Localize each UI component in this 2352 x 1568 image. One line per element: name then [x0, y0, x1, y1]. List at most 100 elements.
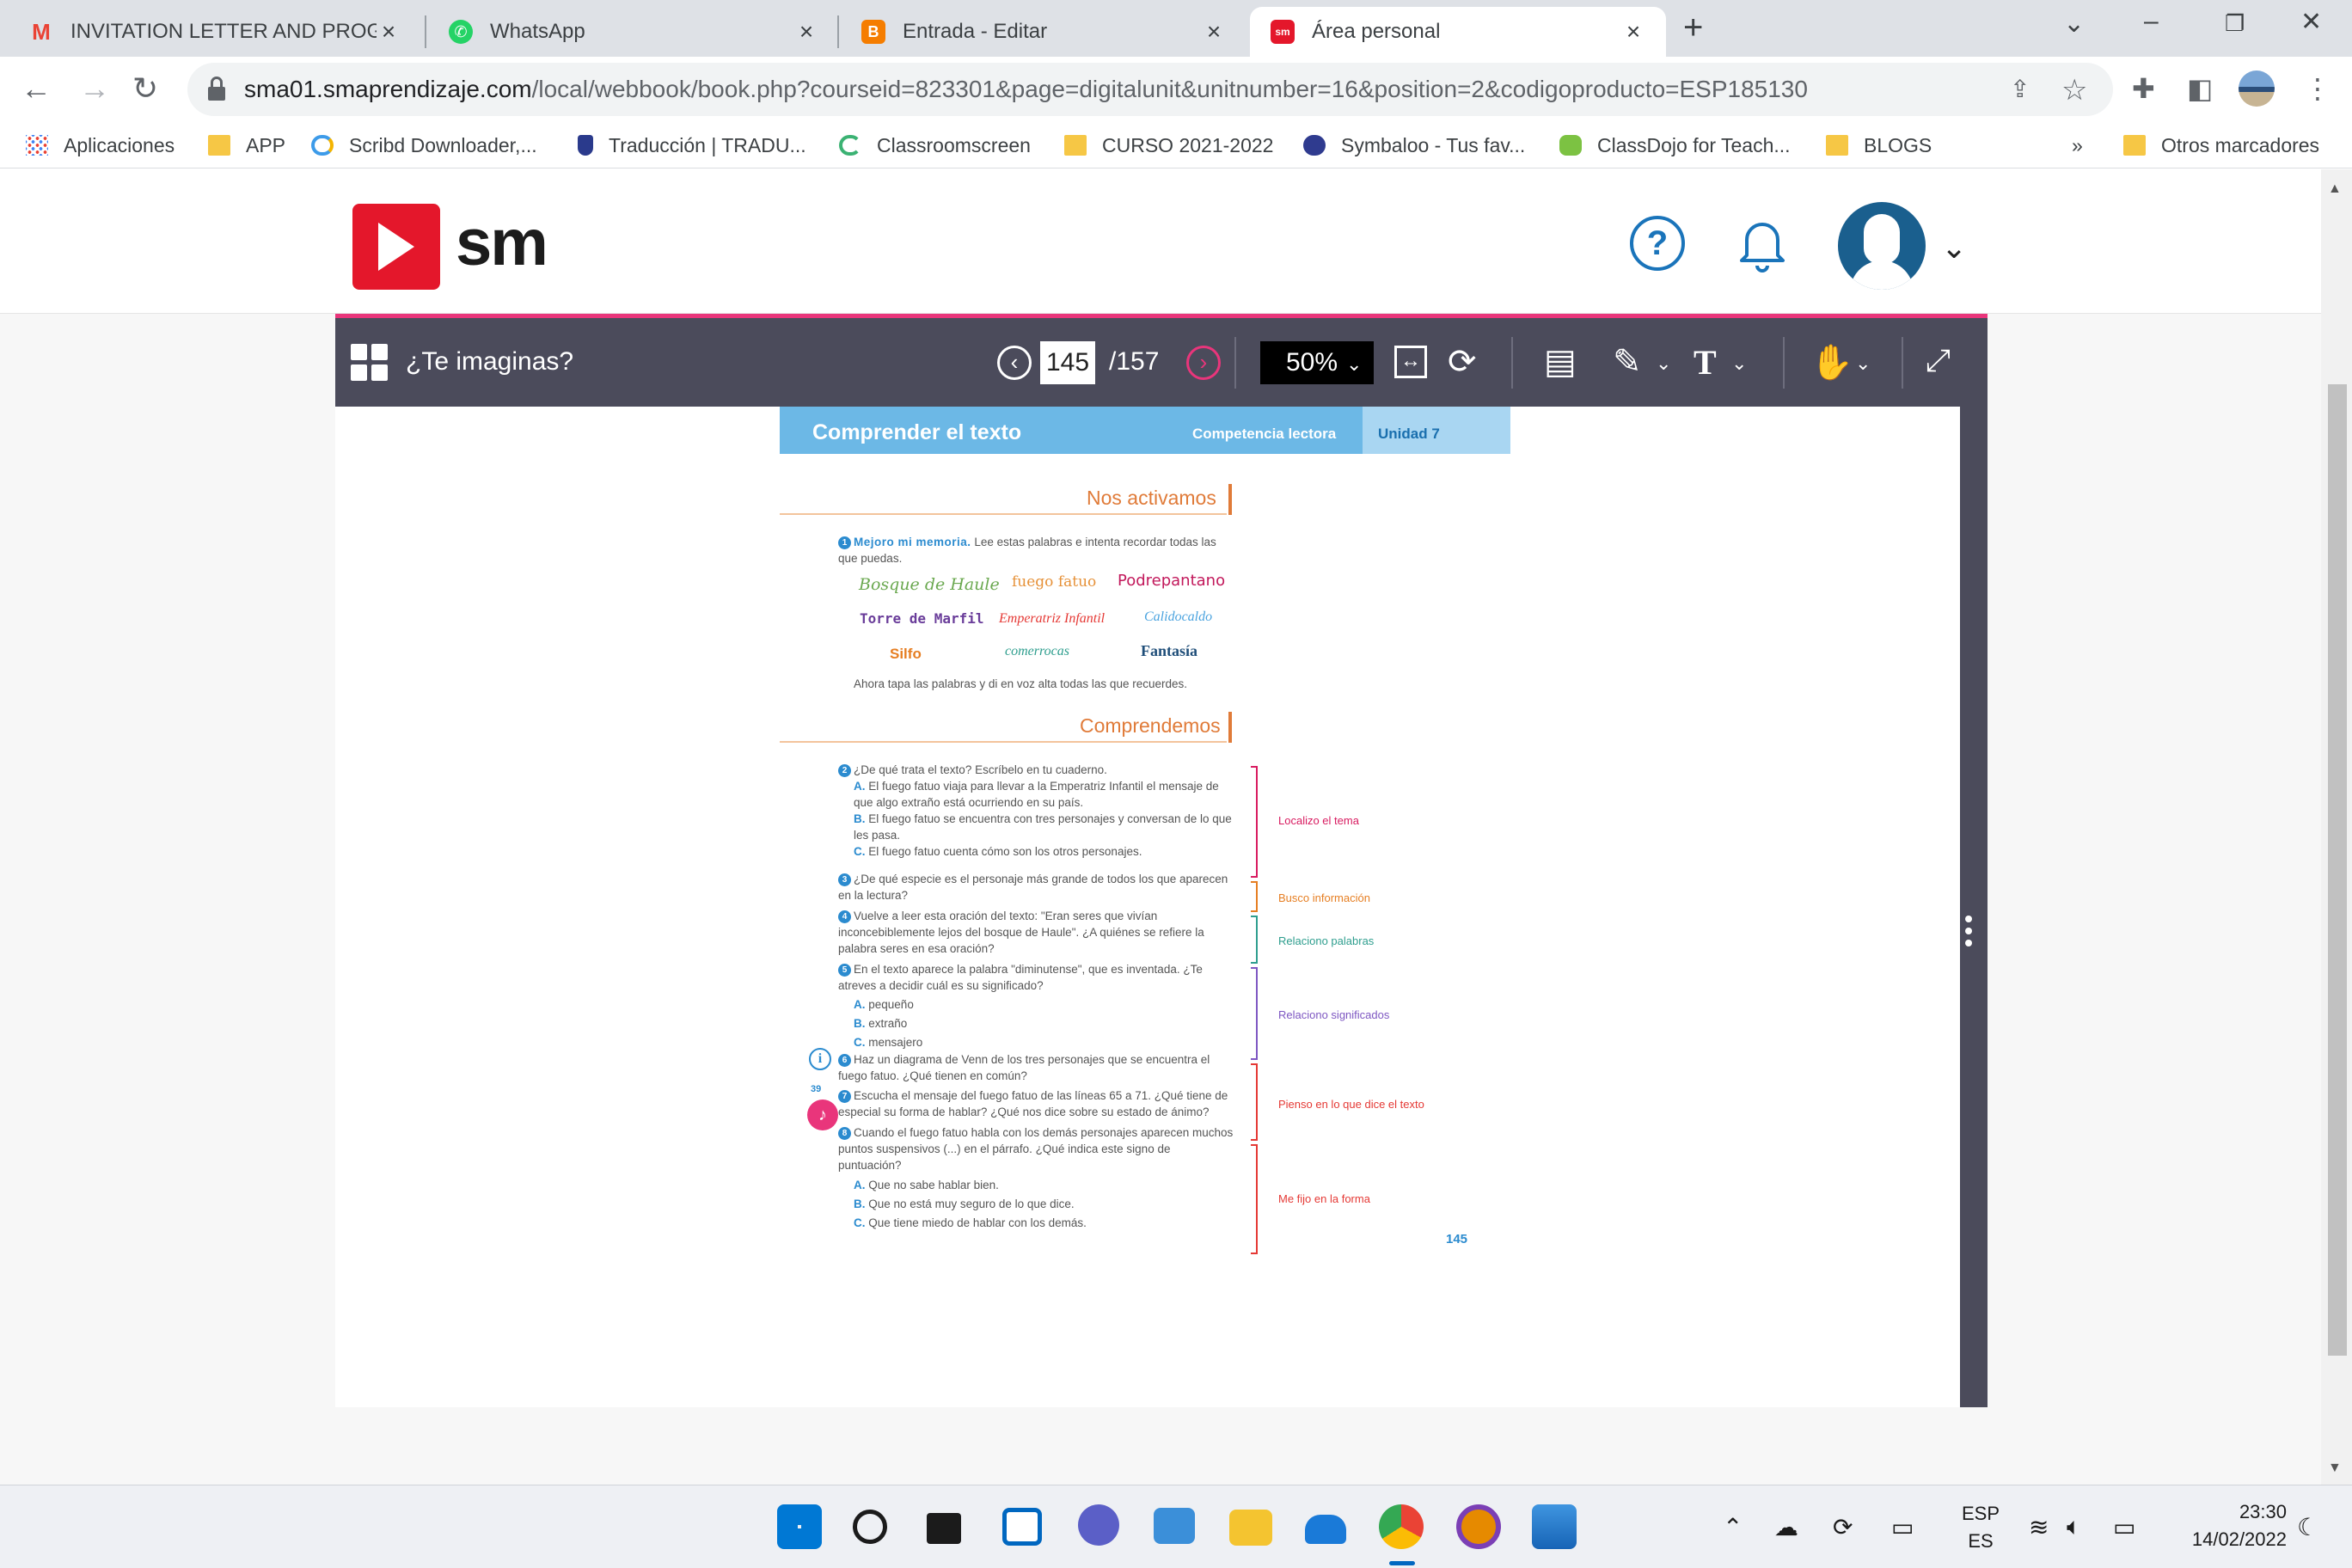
close-icon[interactable]: ×	[794, 18, 818, 46]
chrome-menu-icon[interactable]: ⋮	[2304, 72, 2331, 105]
lock-icon[interactable]	[208, 77, 225, 101]
unit-label: Unidad 7	[1378, 426, 1440, 442]
question-text: En el texto aparece la palabra "diminute…	[838, 963, 1203, 992]
tab-search-chevron-icon[interactable]: ⌄	[2063, 9, 2085, 39]
bookmark-symbaloo[interactable]: Symbaloo - Tus fav...	[1303, 131, 1525, 160]
chevron-down-icon[interactable]: ⌄	[1656, 352, 1671, 375]
wifi-icon[interactable]: ≋	[2029, 1513, 2049, 1541]
minimize-icon[interactable]: –	[2144, 7, 2159, 36]
option-text: El fuego fatuo viaja para llevar a la Em…	[854, 780, 1219, 809]
forward-arrow-icon[interactable]: →	[79, 70, 110, 107]
tab-gmail[interactable]: M INVITATION LETTER AND PROGR ×	[9, 7, 421, 57]
brush-icon[interactable]: ✎	[1613, 342, 1642, 382]
sm-logo-icon[interactable]	[352, 204, 440, 290]
question-number: 7	[838, 1090, 851, 1103]
chrome-profile-avatar[interactable]	[2239, 70, 2275, 107]
bookmark-other[interactable]: Otros marcadores	[2123, 131, 2319, 160]
side-panel-icon[interactable]: ◧	[2187, 72, 2213, 105]
chevron-down-icon[interactable]: ⌄	[1941, 230, 1967, 266]
task-view-icon[interactable]	[927, 1513, 961, 1544]
onedrive-business-icon[interactable]	[1305, 1515, 1346, 1544]
thumbnails-grid-icon[interactable]	[351, 344, 389, 382]
clock-date[interactable]: 14/02/2022	[2158, 1528, 2287, 1551]
tray-overflow-chevron-icon[interactable]: ⌃	[1723, 1513, 1743, 1541]
comment-icon[interactable]: ▤	[1544, 342, 1577, 382]
sync-icon[interactable]: ⟳	[1833, 1513, 1853, 1541]
restore-icon[interactable]: ❐	[2225, 10, 2245, 37]
close-icon[interactable]: ×	[377, 18, 401, 46]
bookmark-label: Traducción | TRADU...	[609, 133, 806, 156]
tab-area-personal[interactable]: sm Área personal ×	[1250, 7, 1666, 57]
zoom-select[interactable]: 50% ⌄	[1260, 341, 1374, 384]
question-number: 5	[838, 964, 851, 977]
windows-start-icon[interactable]	[777, 1504, 822, 1549]
search-icon[interactable]	[853, 1510, 887, 1544]
chrome-icon[interactable]	[1379, 1504, 1424, 1549]
volume-icon[interactable]: 🔈︎	[2067, 1513, 2081, 1541]
bookmark-classroomscreen[interactable]: Classroomscreen	[839, 131, 1031, 160]
bookmark-traduccion[interactable]: Traducción | TRADU...	[578, 131, 806, 160]
bookmark-scribd[interactable]: Scribd Downloader,...	[311, 131, 537, 160]
url-text[interactable]: sma01.smaprendizaje.com/local/webbook/bo…	[244, 76, 1808, 103]
info-icon[interactable]: i	[809, 1048, 831, 1070]
text-tool-icon[interactable]: T	[1694, 342, 1717, 383]
notifications-bell-icon[interactable]	[1735, 214, 1790, 274]
clock-time[interactable]: 23:30	[2158, 1501, 2287, 1523]
chevron-down-icon: ⌄	[1346, 353, 1363, 375]
category-bracket	[1251, 967, 1258, 1060]
address-bar[interactable]: sma01.smaprendizaje.com/local/webbook/bo…	[187, 63, 2113, 116]
chevron-down-icon[interactable]: ⌄	[1731, 352, 1747, 375]
more-options-kebab-icon[interactable]	[1965, 916, 1975, 950]
tab-blogger[interactable]: B Entrada - Editar ×	[841, 7, 1246, 57]
battery-charging-icon[interactable]: ▭	[2113, 1513, 2135, 1541]
next-page-icon[interactable]: ›	[1186, 346, 1221, 380]
fit-width-icon[interactable]: ↔	[1394, 346, 1427, 378]
audio-play-icon[interactable]: ♪	[807, 1099, 838, 1130]
previous-page-icon[interactable]: ‹	[997, 346, 1032, 380]
browser-app-icon[interactable]	[1456, 1504, 1501, 1549]
tablet-mode-icon[interactable]: ▭	[1891, 1513, 1914, 1541]
scroll-down-arrow-icon[interactable]: ▼	[2328, 1461, 2342, 1476]
file-explorer-icon[interactable]	[1229, 1510, 1272, 1546]
reload-icon[interactable]: ↻	[132, 70, 158, 107]
window-close-icon[interactable]: ✕	[2300, 7, 2322, 37]
page-scrollbar-thumb[interactable]	[2328, 384, 2347, 1356]
reader-toolbar: ¿Te imaginas? ‹ 145 /157 › 50% ⌄ ↔ ⟳ ▤ ✎ …	[335, 314, 1988, 407]
option-letter: C.	[854, 1036, 866, 1049]
bookmarks-overflow-button[interactable]: »	[2072, 131, 2083, 160]
language-indicator[interactable]: ESP	[1957, 1503, 2005, 1525]
tab-whatsapp[interactable]: ✆ WhatsApp ×	[428, 7, 839, 57]
sm-logo-text[interactable]: sm	[456, 205, 548, 280]
question-number: 1	[838, 536, 851, 549]
help-button[interactable]: ?	[1630, 216, 1685, 271]
widgets-icon[interactable]	[1002, 1508, 1042, 1546]
onedrive-cloud-icon[interactable]: ☁	[1774, 1513, 1798, 1541]
hand-pan-icon[interactable]: ✋	[1810, 342, 1853, 383]
fullscreen-icon[interactable]: ⤢	[1926, 342, 1951, 379]
user-avatar[interactable]	[1838, 202, 1926, 290]
bookmark-app[interactable]: APP	[208, 131, 285, 160]
back-arrow-icon[interactable]: ←	[21, 70, 52, 107]
close-icon[interactable]: ×	[1202, 18, 1226, 46]
bookmark-blogs[interactable]: BLOGS	[1826, 131, 1932, 160]
control-panel-icon[interactable]	[1154, 1508, 1195, 1544]
keyboard-layout-indicator[interactable]: ES	[1957, 1530, 2005, 1553]
bookmark-star-icon[interactable]: ☆	[2061, 73, 2087, 107]
question-2: 2 ¿De qué trata el texto? Escríbelo en tu…	[838, 762, 1234, 778]
bookmark-apps[interactable]: Aplicaciones	[26, 131, 175, 160]
extensions-puzzle-icon[interactable]: ✚	[2132, 72, 2155, 105]
share-icon[interactable]: ⇪	[2010, 75, 2030, 103]
page-number-input[interactable]: 145	[1040, 341, 1095, 384]
rotate-icon[interactable]: ⟳	[1448, 342, 1477, 382]
new-tab-plus-icon[interactable]: +	[1683, 9, 1703, 47]
option-8b: B. Que no está muy seguro de lo que dice…	[854, 1196, 1075, 1212]
close-icon[interactable]: ×	[1621, 18, 1645, 46]
tab-title: Entrada - Editar	[903, 20, 1048, 43]
teams-chat-icon[interactable]	[1078, 1504, 1119, 1546]
chevron-down-icon[interactable]: ⌄	[1855, 352, 1871, 375]
bookmark-classdojo[interactable]: ClassDojo for Teach...	[1559, 131, 1791, 160]
scroll-up-arrow-icon[interactable]: ▲	[2328, 181, 2342, 197]
photos-icon[interactable]	[1532, 1504, 1577, 1549]
bookmark-curso[interactable]: CURSO 2021-2022	[1064, 131, 1273, 160]
notifications-moon-icon[interactable]: ☾	[2297, 1513, 2318, 1541]
